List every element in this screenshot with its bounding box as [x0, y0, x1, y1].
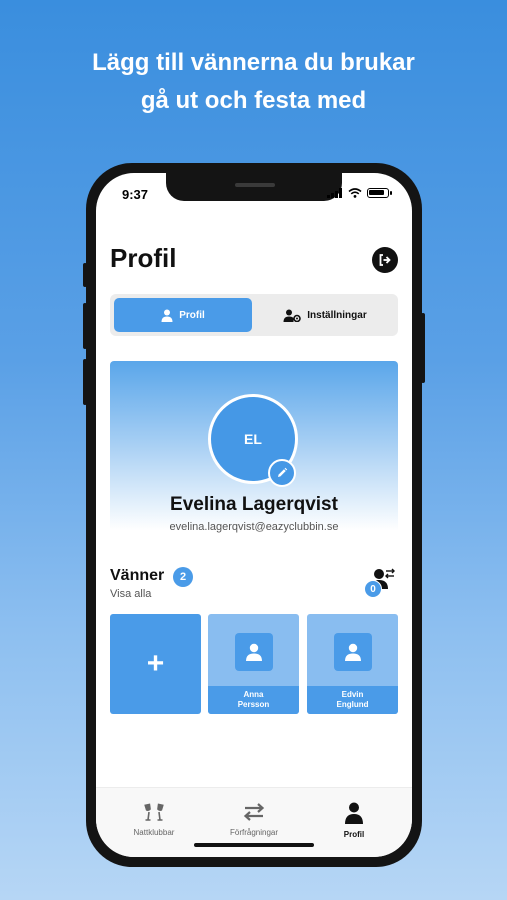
- cheers-icon: [144, 803, 164, 821]
- user-placeholder-icon: [345, 643, 361, 661]
- tab-settings[interactable]: Inställningar: [256, 298, 394, 332]
- notch: [166, 173, 342, 201]
- friend-first-name: Anna: [243, 690, 264, 699]
- tabbar-label: Förfrågningar: [229, 828, 279, 837]
- tab-settings-label: Inställningar: [307, 309, 367, 321]
- friends-count-badge: 2: [173, 567, 193, 587]
- speaker-grille: [235, 183, 275, 187]
- signal-icon: [327, 188, 342, 198]
- see-all-friends-link[interactable]: Visa alla: [110, 588, 151, 600]
- user-icon: [345, 802, 363, 824]
- phone-frame: 9:37 Profil Profil Inställningar EL Evel…: [83, 163, 425, 867]
- friend-avatar-placeholder: [235, 633, 273, 671]
- phone-volume-down: [83, 359, 87, 405]
- promo-headline-line2: gå ut och festa med: [140, 87, 367, 114]
- logout-icon: [379, 254, 391, 266]
- friends-grid: + Anna Persson Edvin Englund: [110, 614, 398, 714]
- friend-tile[interactable]: Anna Persson: [208, 614, 299, 714]
- friend-requests-badge: 0: [364, 580, 382, 598]
- promo-headline: Lägg till vännerna du brukar gå ut och f…: [0, 44, 507, 120]
- edit-avatar-button[interactable]: [268, 459, 296, 487]
- plus-icon: +: [146, 647, 165, 680]
- swap-arrows-icon: [243, 803, 265, 821]
- friend-first-name: Edvin: [341, 690, 364, 699]
- add-friend-button[interactable]: +: [110, 614, 201, 714]
- battery-icon: [367, 188, 389, 198]
- friend-name: Edvin Englund: [307, 686, 398, 714]
- user-icon: [161, 309, 173, 322]
- tab-profile-label: Profil: [179, 309, 205, 321]
- user-settings-icon: [283, 309, 302, 322]
- tabbar-item-forfragningar[interactable]: Förfrågningar: [204, 802, 304, 837]
- phone-volume-up: [83, 303, 87, 349]
- friend-last-name: Englund: [336, 700, 369, 709]
- phone-mute-switch: [83, 263, 87, 287]
- friend-last-name: Persson: [237, 700, 270, 709]
- status-icons: [327, 188, 392, 198]
- friends-title: Vänner: [110, 567, 165, 584]
- friend-name: Anna Persson: [208, 686, 299, 714]
- tabbar-label: Nattklubbar: [133, 828, 175, 837]
- promo-headline-line1: Lägg till vännerna du brukar: [92, 49, 415, 76]
- user-placeholder-icon: [246, 643, 262, 661]
- user-email: evelina.lagerqvist@eazyclubbin.se: [169, 521, 339, 533]
- home-indicator: [194, 843, 314, 847]
- phone-power-button: [421, 313, 425, 383]
- profile-card: EL Evelina Lagerqvist: [110, 361, 398, 531]
- page-title: Profil: [110, 243, 177, 273]
- avatar-initials: EL: [244, 431, 262, 447]
- user-name: Evelina Lagerqvist: [170, 494, 338, 515]
- tab-profile[interactable]: Profil: [114, 298, 252, 332]
- wifi-icon: [348, 188, 362, 198]
- tabbar-item-nattklubbar[interactable]: Nattklubbar: [104, 802, 204, 837]
- logout-button[interactable]: [372, 247, 398, 273]
- app-screen: 9:37 Profil Profil Inställningar EL Evel…: [96, 173, 412, 857]
- status-time: 9:37: [122, 187, 149, 202]
- tabbar-label: Profil: [343, 830, 365, 839]
- friend-tile[interactable]: Edvin Englund: [307, 614, 398, 714]
- battery-tip: [390, 191, 392, 195]
- friend-avatar-placeholder: [334, 633, 372, 671]
- tabbar-item-profil[interactable]: Profil: [304, 802, 404, 839]
- profile-segmented-control: Profil Inställningar: [110, 294, 398, 336]
- pencil-icon: [278, 467, 288, 477]
